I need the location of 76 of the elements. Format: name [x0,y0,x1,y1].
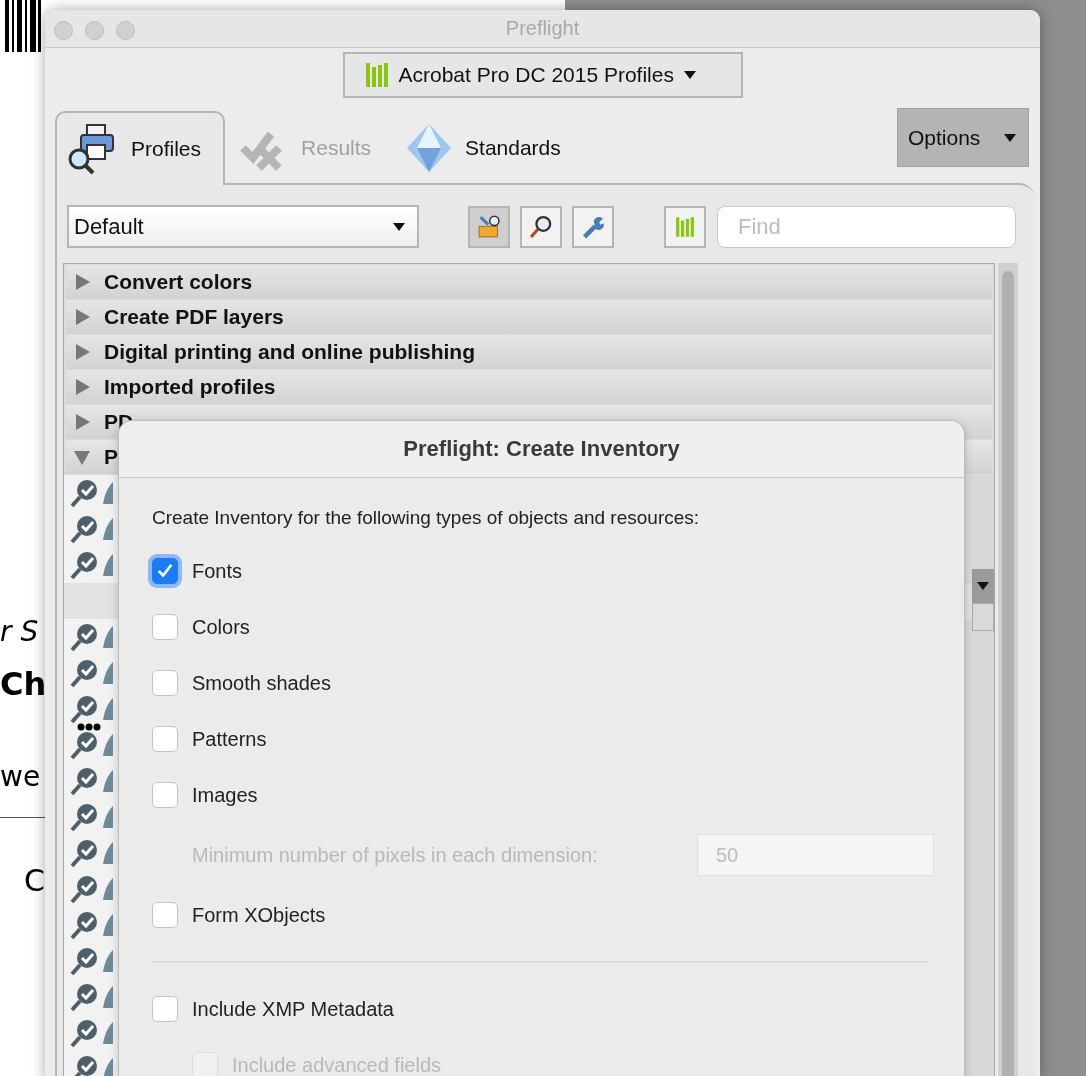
check-magnifier-icon [69,1018,99,1048]
check-magnifier-icon [69,694,99,724]
check-magnifier-icon [69,982,99,1012]
document-text: we [0,760,41,793]
caret-icon [683,71,696,79]
checkbox[interactable] [152,782,178,808]
checkbox-label: Patterns [192,727,267,751]
leaf-icon [103,806,113,828]
leaf-icon [103,626,113,648]
scrollbar[interactable] [997,263,1018,1076]
leaf-icon [103,914,113,936]
leaf-icon [103,698,113,720]
check-magnifier-icon [69,802,99,832]
leaf-icon [103,878,113,900]
leaf-icon [103,950,113,972]
dialog-title: Preflight: Create Inventory [403,436,680,462]
profile-group-row[interactable]: Digital printing and online publishing [66,335,992,369]
checkbox-label: Include XMP Metadata [192,997,394,1021]
checkbox[interactable] [152,614,178,640]
window-control-button[interactable] [85,21,104,40]
checkbox[interactable] [152,726,178,752]
checkbox[interactable] [152,670,178,696]
check-magnifier-icon [69,946,99,976]
dropdown-button[interactable] [972,569,994,603]
ellipsis-icon [77,723,101,731]
leaf-icon [103,662,113,684]
document-text: Ch [0,665,47,703]
check-magnifier-icon [69,910,99,940]
find-field[interactable]: Find [717,205,1016,248]
checkbox-label: Images [192,783,258,807]
checkbox-label: Form XObjects [192,903,326,927]
window-control-button[interactable] [54,21,73,40]
leaf-icon [103,1022,113,1044]
document-text: r S [0,615,39,648]
bar-chart-icon [364,63,389,87]
profile-group-row[interactable]: Create PDF layers [66,300,992,334]
leaf-icon [103,518,113,540]
checkbox[interactable] [152,996,178,1022]
checkbox[interactable] [152,902,178,928]
checkmark-icon [156,562,174,580]
document-text: C [24,863,45,898]
scrollbar-thumb[interactable] [1002,271,1014,1076]
caret-icon [393,222,405,231]
profile-filter-dropdown[interactable]: Default [67,205,419,248]
profile-group-row[interactable]: Imported profiles [66,370,992,404]
caret-icon [1004,133,1016,142]
instruction-text: Create Inventory for the following types of objects and resources: [152,507,701,529]
checkbox-label: Smooth shades [192,671,331,695]
window-control-button[interactable] [116,21,135,40]
check-magnifier-icon [69,730,99,760]
check-magnifier-icon [69,658,99,688]
window-title: Preflight [505,17,580,40]
check-magnifier-icon [69,514,99,544]
leaf-icon [103,842,113,864]
tab[interactable]: Profiles [55,111,226,185]
check-magnifier-icon [69,874,99,904]
leaf-icon [103,554,113,576]
leaf-icon [103,1058,113,1076]
checkbox-label: Fonts [192,559,243,583]
profile-group-row[interactable]: Convert colors [66,265,992,299]
leaf-icon [103,734,113,756]
toolbar-button[interactable] [520,205,562,248]
profile-set-dropdown[interactable]: Acrobat Pro DC 2015 Profiles [342,52,743,98]
check-magnifier-icon [69,766,99,796]
options-button[interactable]: Options [897,108,1029,167]
input-field[interactable] [972,603,994,631]
checkbox-label: Colors [192,615,250,639]
check-magnifier-icon [69,550,99,580]
tab[interactable]: Standards [389,111,579,183]
check-magnifier-icon [69,478,99,508]
barcode-drawing [5,0,41,52]
check-magnifier-icon [69,838,99,868]
leaf-icon [103,482,113,504]
check-magnifier-icon [69,622,99,652]
leaf-icon [103,986,113,1008]
leaf-icon [103,770,113,792]
